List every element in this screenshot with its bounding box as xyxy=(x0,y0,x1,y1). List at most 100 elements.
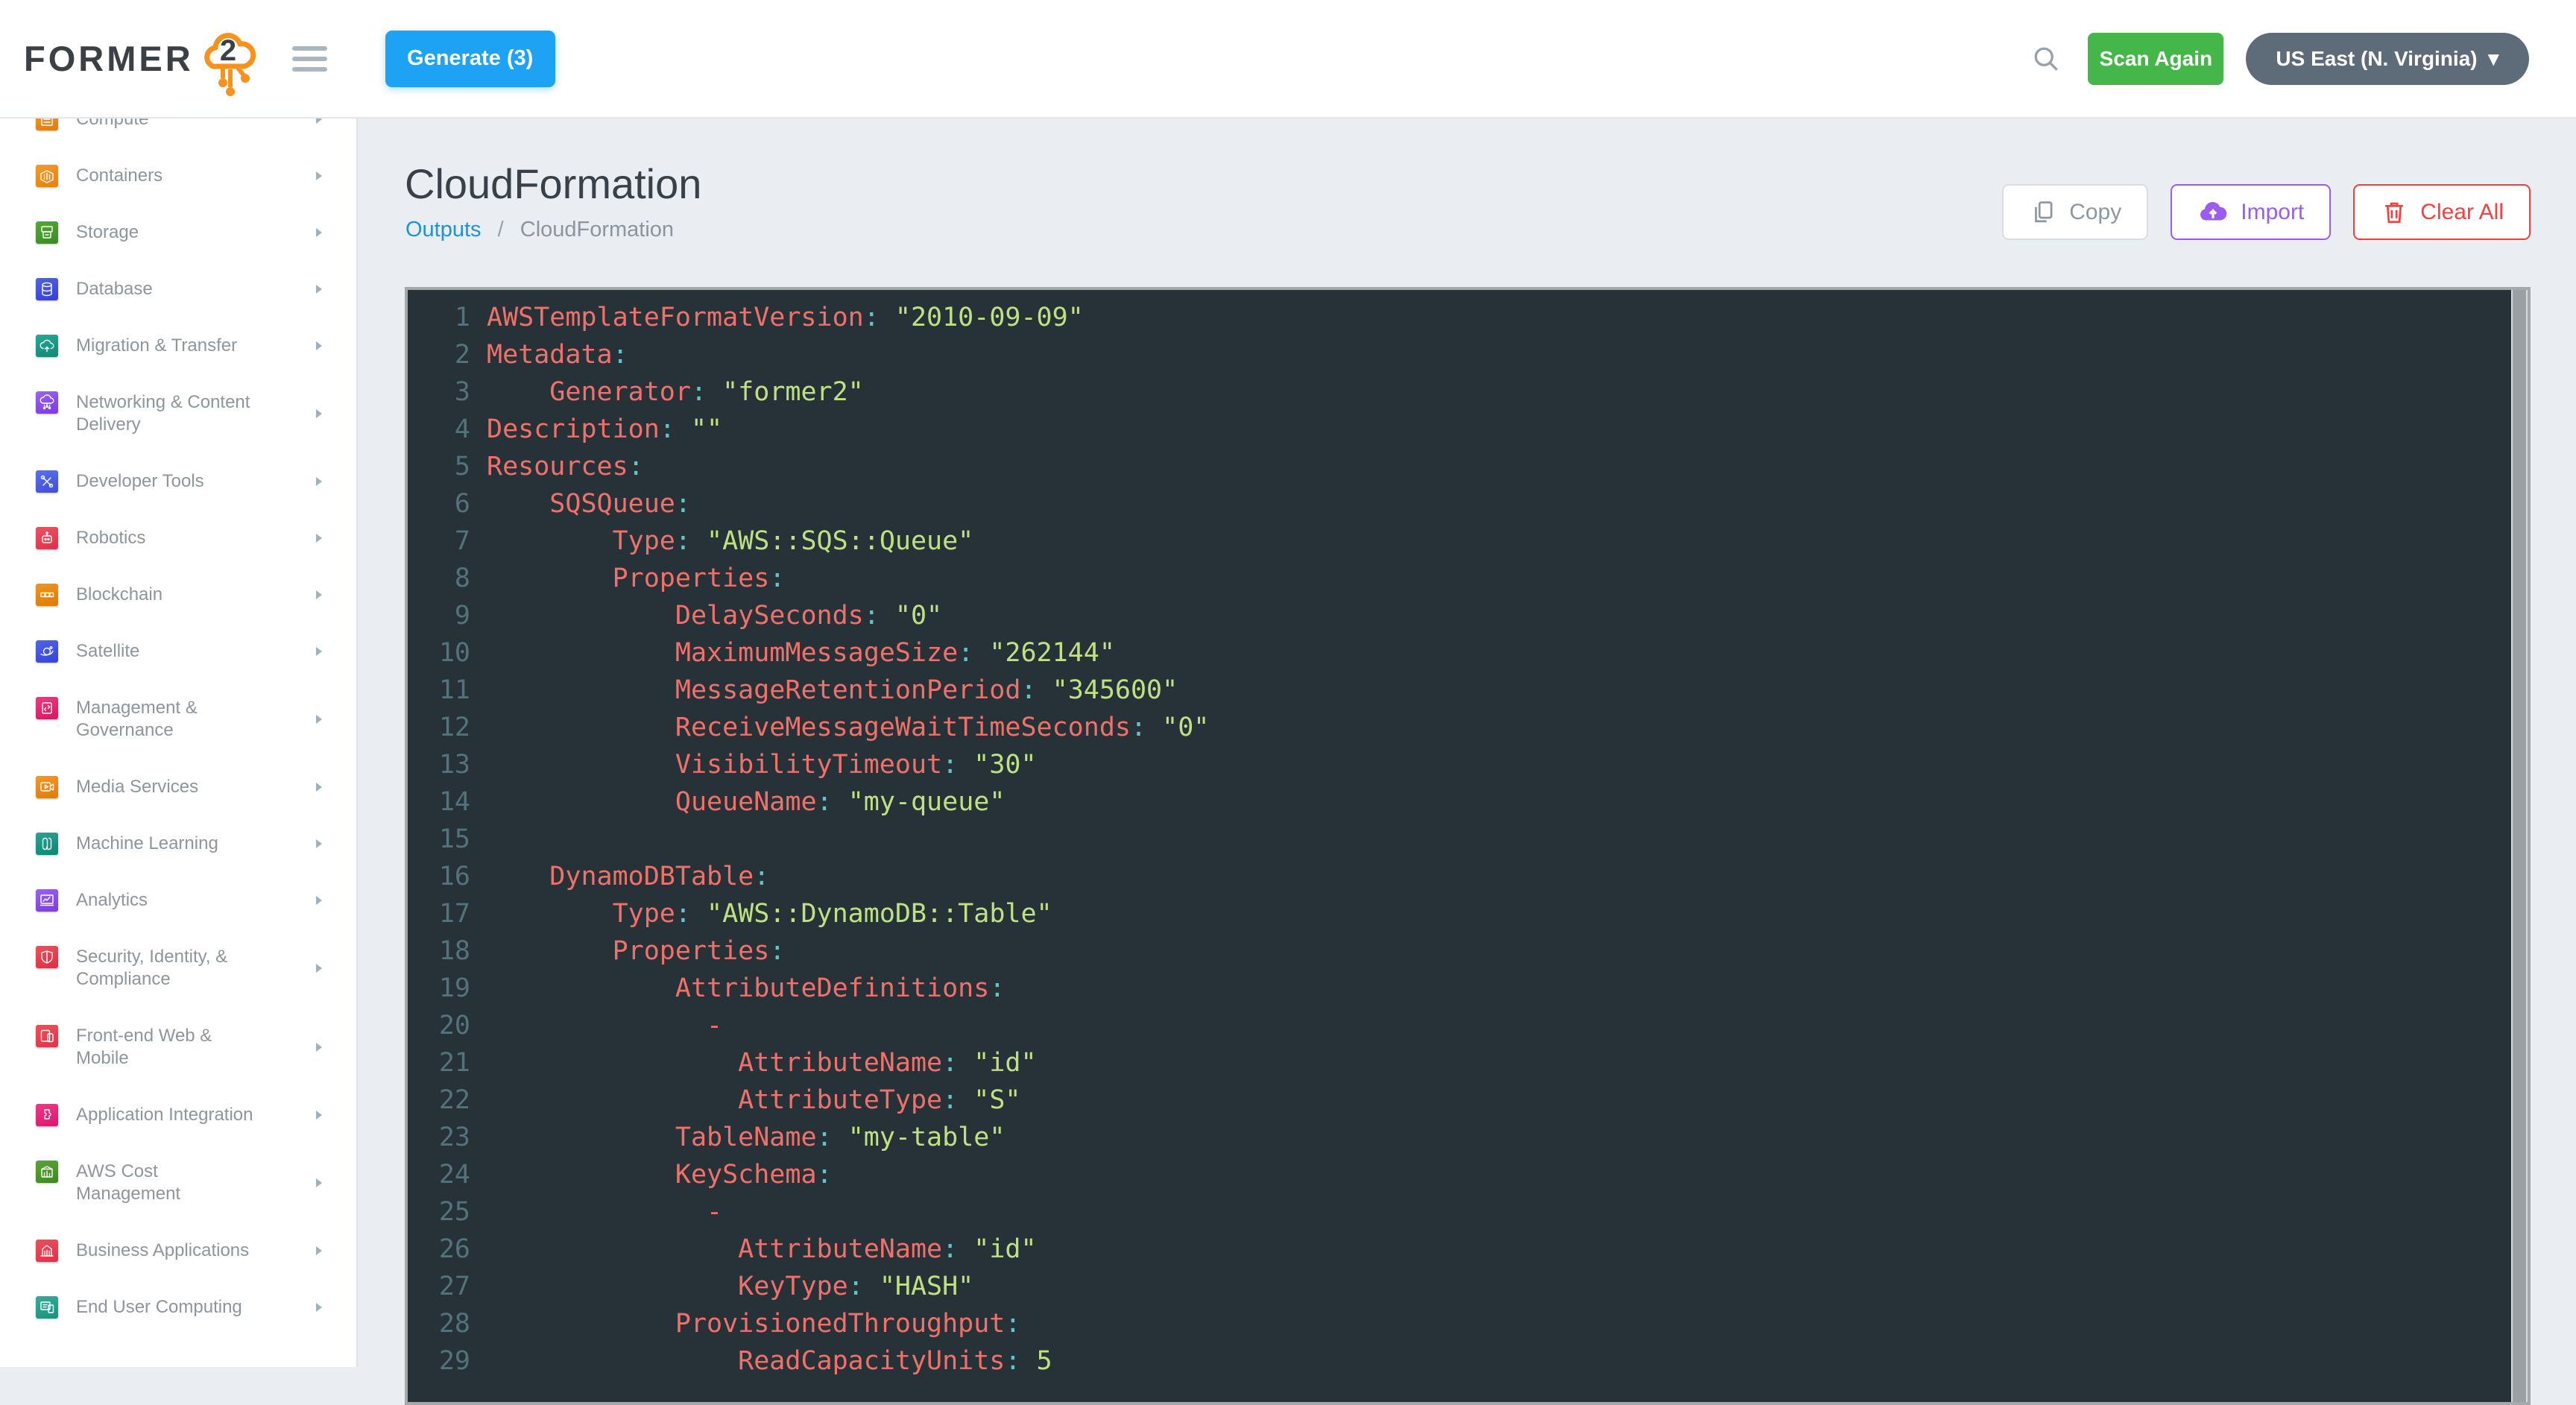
chevron-right-icon xyxy=(313,894,325,906)
code-line: 26 AttributeName: "id" xyxy=(408,1231,2508,1268)
application-integration-icon xyxy=(36,1104,58,1126)
import-button[interactable]: Import xyxy=(2171,184,2331,240)
caret-down-icon: ▼ xyxy=(2488,50,2499,68)
chevron-right-icon xyxy=(313,1245,325,1257)
cloud-upload-icon xyxy=(2197,197,2229,228)
sidebar-item-application-integration[interactable]: Application Integration xyxy=(0,1087,356,1143)
code-line-number: 14 xyxy=(408,783,487,821)
sidebar-item-machine-learning[interactable]: Machine Learning xyxy=(0,815,356,872)
code-line: 5Resources: xyxy=(408,448,2508,485)
sidebar-item-storage[interactable]: Storage xyxy=(0,204,356,261)
developer-tools-icon xyxy=(36,470,58,493)
copy-button[interactable]: Copy xyxy=(2002,184,2148,240)
chevron-right-icon xyxy=(313,119,325,125)
sidebar-item-containers[interactable]: Containers xyxy=(0,148,356,204)
code-line-number: 21 xyxy=(408,1044,487,1082)
sidebar-item-robotics[interactable]: Robotics xyxy=(0,510,356,566)
sidebar-item-management-governance[interactable]: Management & Governance xyxy=(0,680,356,759)
breadcrumb-outputs-link[interactable]: Outputs xyxy=(405,218,482,241)
sidebar-item-label: Migration & Transfer xyxy=(76,335,237,357)
code-line-content: Properties: xyxy=(487,560,785,597)
breadcrumb-current: CloudFormation xyxy=(520,218,674,241)
code-line: 3 Generator: "former2" xyxy=(408,373,2508,411)
code-line-number: 5 xyxy=(408,448,487,485)
sidebar-item-media-services[interactable]: Media Services xyxy=(0,759,356,815)
sidebar-item-database[interactable]: Database xyxy=(0,261,356,318)
code-line-number: 11 xyxy=(408,672,487,709)
compute-icon xyxy=(36,119,58,130)
sidebar-item-front-end-web-mobile[interactable]: Front-end Web & Mobile xyxy=(0,1008,356,1087)
sidebar-item-networking-content-delivery[interactable]: Networking & Content Delivery xyxy=(0,374,356,453)
code-line-number: 6 xyxy=(408,485,487,522)
code-line-number: 3 xyxy=(408,373,487,411)
scan-again-button[interactable]: Scan Again xyxy=(2088,33,2223,85)
code-line-number: 13 xyxy=(408,746,487,783)
code-line-number: 15 xyxy=(408,821,487,858)
sidebar-item-label: Machine Learning xyxy=(76,833,218,855)
satellite-icon xyxy=(36,640,58,663)
code-line-content: KeyType: "HASH" xyxy=(487,1268,973,1305)
code-line-content: MaximumMessageSize: "262144" xyxy=(487,634,1115,672)
sidebar-item-aws-cost-management[interactable]: AWS Cost Management xyxy=(0,1143,356,1222)
sidebar-item-end-user-computing[interactable]: End User Computing xyxy=(0,1279,356,1336)
code-line-content: DelaySeconds: "0" xyxy=(487,597,942,634)
code-line-content: Description: "" xyxy=(487,411,722,448)
former2-logo[interactable]: FORMER 2 xyxy=(24,13,262,104)
sidebar-item-label: Management & Governance xyxy=(76,697,262,742)
services-sidebar: ComputeContainersStorage Database Migratio… xyxy=(0,119,358,1367)
chevron-right-icon xyxy=(313,408,325,420)
sidebar-item-label: Developer Tools xyxy=(76,470,204,493)
code-line-content: Generator: "former2" xyxy=(487,373,864,411)
sidebar-item-migration-transfer[interactable]: Migration & Transfer xyxy=(0,318,356,374)
page-title: CloudFormation xyxy=(405,160,701,208)
sidebar-item-analytics[interactable]: Analytics xyxy=(0,872,356,929)
menu-toggle-icon[interactable] xyxy=(288,42,332,76)
sidebar-item-compute[interactable]: Compute xyxy=(0,119,356,148)
end-user-computing-icon xyxy=(36,1296,58,1319)
copy-icon xyxy=(2029,198,2057,227)
editor-scrollbar-thumb[interactable] xyxy=(2513,290,2526,1402)
code-line-content: - xyxy=(487,1193,722,1231)
generate-button[interactable]: Generate (3) xyxy=(385,31,555,87)
code-line: 13 VisibilityTimeout: "30" xyxy=(408,746,2508,783)
sidebar-item-blockchain[interactable]: Blockchain xyxy=(0,566,356,623)
code-line: 23 TableName: "my-table" xyxy=(408,1119,2508,1156)
sidebar-list: ComputeContainersStorage Database Migratio… xyxy=(0,119,356,1336)
code-line-content: Resources: xyxy=(487,448,644,485)
region-selector[interactable]: US East (N. Virginia) ▼ xyxy=(2246,33,2529,85)
code-line: 7 Type: "AWS::SQS::Queue" xyxy=(408,522,2508,560)
code-line: 10 MaximumMessageSize: "262144" xyxy=(408,634,2508,672)
sidebar-item-label: Networking & Content Delivery xyxy=(76,391,262,436)
cloudformation-template-editor[interactable]: 1AWSTemplateFormatVersion: "2010-09-09"2… xyxy=(405,287,2531,1405)
search-icon[interactable] xyxy=(2027,40,2065,78)
code-line-content: VisibilityTimeout: "30" xyxy=(487,746,1037,783)
sidebar-item-satellite[interactable]: Satellite xyxy=(0,623,356,680)
chevron-right-icon xyxy=(313,532,325,544)
code-line: 14 QueueName: "my-queue" xyxy=(408,783,2508,821)
code-line-number: 7 xyxy=(408,522,487,560)
chevron-right-icon xyxy=(313,170,325,182)
code-line-number: 25 xyxy=(408,1193,487,1231)
code-line-number: 27 xyxy=(408,1268,487,1305)
code-line-content: DynamoDBTable: xyxy=(487,858,769,895)
sidebar-item-developer-tools[interactable]: Developer Tools xyxy=(0,453,356,510)
code-line-number: 10 xyxy=(408,634,487,672)
chevron-right-icon xyxy=(313,1041,325,1053)
sidebar-item-label: Database xyxy=(76,278,153,300)
code-line: 6 SQSQueue: xyxy=(408,485,2508,522)
code-line: 15 xyxy=(408,821,2508,858)
sidebar-item-label: Satellite xyxy=(76,640,139,663)
code-line-content: SQSQueue: xyxy=(487,485,691,522)
editor-scrollbar[interactable] xyxy=(2511,290,2528,1402)
chevron-right-icon xyxy=(313,645,325,657)
sidebar-item-business-applications[interactable]: Business Applications xyxy=(0,1222,356,1279)
clear-all-button[interactable]: Clear All xyxy=(2353,184,2531,240)
sidebar-item-security-identity-compliance[interactable]: Security, Identity, & Compliance xyxy=(0,929,356,1008)
code-line-number: 24 xyxy=(408,1156,487,1193)
code-line: 11 MessageRetentionPeriod: "345600" xyxy=(408,672,2508,709)
networking-content-delivery-icon xyxy=(36,391,58,414)
code-content: 1AWSTemplateFormatVersion: "2010-09-09"2… xyxy=(408,299,2508,1402)
code-line-content: QueueName: "my-queue" xyxy=(487,783,1005,821)
code-line-number: 12 xyxy=(408,709,487,746)
blockchain-icon xyxy=(36,584,58,606)
